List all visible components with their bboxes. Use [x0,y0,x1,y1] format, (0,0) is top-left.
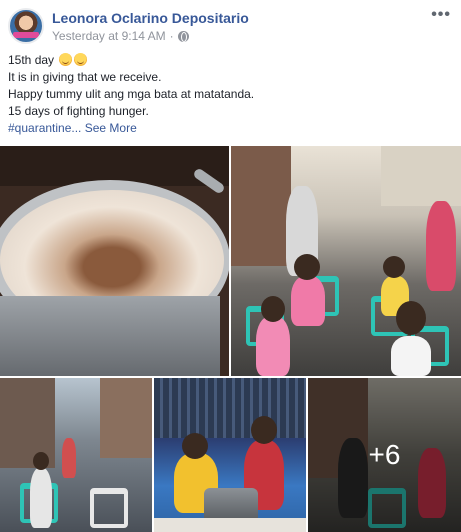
more-photos-overlay[interactable]: +6 [308,378,461,532]
child-head [294,254,320,280]
sky [381,146,461,206]
child-figure [291,276,325,326]
photo-street-chairs[interactable] [0,378,152,532]
photo-champorado-pot[interactable] [0,146,229,376]
post-line-2: It is in giving that we receive. [8,70,162,84]
child-figure [391,336,431,376]
author-name[interactable]: Leonora Oclarino Depositario [52,10,249,26]
photo-grid: +6 [0,146,461,532]
post-timestamp[interactable]: Yesterday at 9:14 AM [52,29,166,43]
child-figure [62,438,76,478]
child-figure [256,316,290,376]
window-grill [154,378,306,438]
child-head [33,452,49,470]
hashtag-link[interactable]: #quarantine... [8,121,81,135]
globe-icon[interactable] [177,30,189,42]
adult-figure [426,201,456,291]
pot-body [0,296,220,376]
more-photos-count: +6 [368,439,401,470]
building [231,146,291,266]
grinning-face-icon [59,53,73,66]
child-head [261,296,285,322]
post-line-5: #quarantine... See More [8,120,448,137]
server-head [182,433,208,459]
post-line-3: Happy tummy ulit ang mga bata at matatan… [8,87,255,101]
child-figure [30,468,52,528]
table [154,518,306,532]
post-line-1: 15th day [8,52,448,69]
building [100,378,152,458]
post-header: Leonora Oclarino Depositario Yesterday a… [8,7,453,46]
post-meta: Yesterday at 9:14 AM · [52,29,189,43]
grinning-face-icon [74,53,88,66]
post-line-4: 15 days of fighting hunger. [8,104,149,118]
avatar-frame-banner [13,32,39,38]
photo-children-line[interactable] [231,146,461,376]
see-more-link[interactable]: See More [85,121,137,135]
photo-more[interactable]: +6 [308,378,461,532]
photo-serving-food[interactable] [154,378,306,532]
ellipsis-icon[interactable]: ••• [431,7,451,23]
child-head [396,301,426,335]
monobloc-chair [90,488,128,528]
child-head [383,256,405,278]
facebook-post: Leonora Oclarino Depositario Yesterday a… [0,0,461,532]
author-avatar[interactable] [8,8,44,44]
server-head [251,416,277,444]
post-text: 15th day It is in giving that we receive… [8,52,448,137]
meta-separator: · [169,29,174,43]
